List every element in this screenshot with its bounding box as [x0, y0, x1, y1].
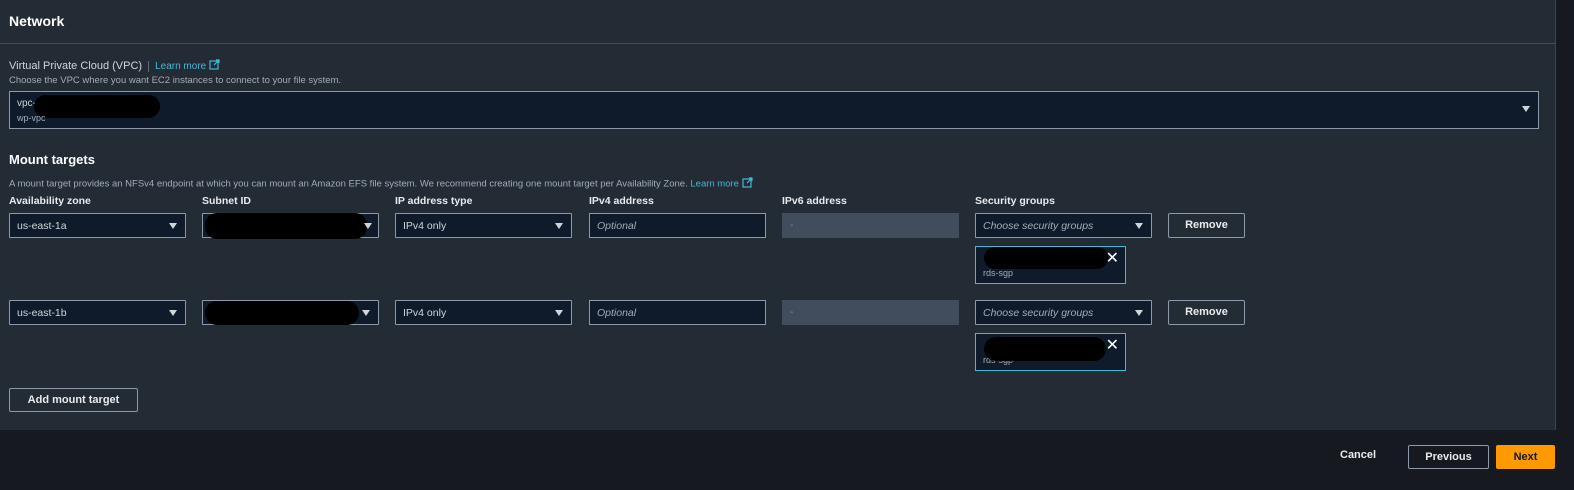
vpc-learn-more-link[interactable]: Learn more	[155, 61, 206, 72]
caret-down-icon	[362, 310, 370, 316]
ipv4-placeholder: Optional	[597, 220, 637, 232]
redacted-security-group-id	[984, 247, 1108, 269]
security-group-token: rds-sgp ✕	[975, 246, 1126, 284]
ipv6-input-disabled: -	[782, 300, 959, 325]
column-header-az: Availability zone	[9, 195, 91, 207]
security-group-token-name: rds-sgp	[983, 268, 1014, 278]
ip-type-value: IPv4 only	[403, 307, 447, 319]
ipv6-input-disabled: -	[782, 213, 959, 238]
caret-down-icon	[364, 223, 372, 229]
redacted-subnet-id	[205, 213, 367, 239]
column-header-ipv4: IPv4 address	[589, 195, 654, 207]
next-button[interactable]: Next	[1496, 445, 1555, 469]
caret-down-icon	[1135, 310, 1143, 316]
subnet-select[interactable]	[202, 213, 379, 239]
ipv6-value: -	[790, 220, 794, 231]
caret-down-icon	[1135, 223, 1143, 229]
az-select[interactable]: us-east-1a	[9, 213, 186, 238]
mount-targets-learn-more-link[interactable]: Learn more	[690, 179, 739, 190]
caret-down-icon	[555, 310, 563, 316]
vpc-label: Virtual Private Cloud (VPC)	[9, 59, 143, 72]
ipv4-input[interactable]: Optional	[589, 300, 766, 325]
security-groups-placeholder: Choose security groups	[983, 307, 1094, 319]
az-select[interactable]: us-east-1b	[9, 300, 186, 325]
security-groups-placeholder: Choose security groups	[983, 220, 1094, 232]
previous-button[interactable]: Previous	[1408, 445, 1489, 469]
panel-title: Network	[9, 13, 65, 29]
security-groups-select[interactable]: Choose security groups	[975, 300, 1152, 325]
ipv6-value: -	[790, 307, 794, 318]
cancel-button[interactable]: Cancel	[1340, 449, 1376, 461]
column-header-subnet: Subnet ID	[202, 195, 251, 207]
mount-targets-description: A mount target provides an NFSv4 endpoin…	[9, 178, 688, 190]
vpc-description: Choose the VPC where you want EC2 instan…	[9, 75, 342, 86]
vpc-selected-name: wp-vpc	[17, 113, 46, 123]
mount-targets-description-row: A mount target provides an NFSv4 endpoin…	[9, 177, 753, 191]
close-icon[interactable]: ✕	[1106, 251, 1119, 267]
ip-type-value: IPv4 only	[403, 220, 447, 232]
close-icon[interactable]: ✕	[1106, 338, 1119, 354]
column-header-security-groups: Security groups	[975, 195, 1055, 207]
redacted-security-group-id	[984, 337, 1106, 361]
redacted-subnet-id	[205, 301, 359, 325]
caret-down-icon	[1522, 106, 1530, 112]
ip-type-select[interactable]: IPv4 only	[395, 300, 572, 325]
az-value: us-east-1a	[17, 220, 67, 232]
az-value: us-east-1b	[17, 307, 67, 319]
add-mount-target-button[interactable]: Add mount target	[9, 388, 138, 412]
panel-header: Network	[0, 0, 1556, 44]
column-header-ipv6: IPv6 address	[782, 195, 847, 207]
security-group-token: rds-sgp ✕	[975, 333, 1126, 371]
separator	[148, 60, 150, 72]
external-link-icon[interactable]	[742, 177, 753, 191]
vpc-select[interactable]: vpc- wp-vpc	[9, 91, 1539, 129]
security-groups-select[interactable]: Choose security groups	[975, 213, 1152, 238]
redacted-vpc-id	[34, 95, 160, 118]
remove-button[interactable]: Remove	[1168, 300, 1245, 325]
column-header-ip-type: IP address type	[395, 195, 473, 207]
ipv4-input[interactable]: Optional	[589, 213, 766, 238]
remove-button[interactable]: Remove	[1168, 213, 1245, 238]
ipv4-placeholder: Optional	[597, 307, 637, 319]
ip-type-select[interactable]: IPv4 only	[395, 213, 572, 238]
network-panel: Network Virtual Private Cloud (VPC) Learn…	[0, 0, 1556, 430]
mount-targets-title: Mount targets	[9, 152, 95, 167]
caret-down-icon	[169, 223, 177, 229]
external-link-icon[interactable]	[209, 59, 220, 73]
subnet-select[interactable]	[202, 300, 379, 325]
caret-down-icon	[169, 310, 177, 316]
vpc-label-row: Virtual Private Cloud (VPC) Learn more	[9, 59, 220, 73]
caret-down-icon	[555, 223, 563, 229]
